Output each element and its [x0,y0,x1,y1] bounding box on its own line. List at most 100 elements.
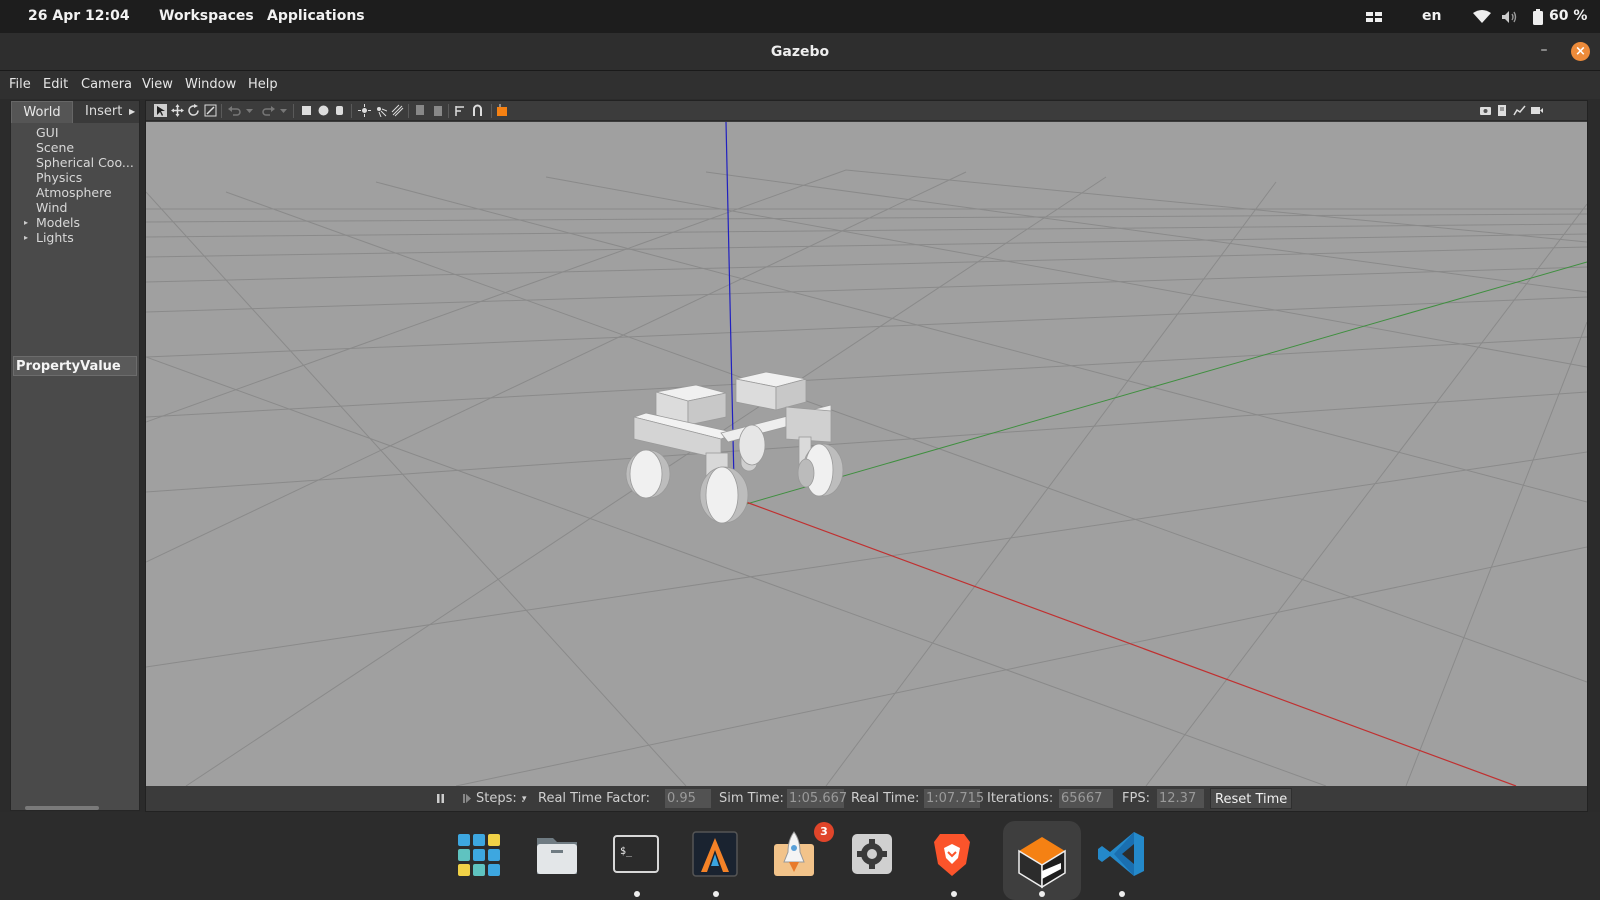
paste-icon[interactable] [431,104,444,117]
language-indicator[interactable]: en [1422,8,1441,24]
render-frame: Steps: . ▾ Real Time Factor: 0.95 Sim Ti… [145,100,1588,812]
tree-item-label: Wind [36,200,68,215]
tree-item[interactable]: ▸ Lights [11,230,139,245]
left-panel: World Insert ▶ GUI Scene Spherical Coo... P… [10,100,140,811]
menu-help[interactable]: Help [248,77,278,92]
3d-viewport[interactable] [146,122,1587,786]
align-icon[interactable] [454,104,467,117]
minimize-button[interactable]: – [1536,43,1552,59]
plot-icon[interactable] [1513,104,1526,117]
box-icon[interactable] [300,104,313,117]
menu-edit[interactable]: Edit [43,77,68,92]
alacritty-icon[interactable] [683,822,747,886]
scene-toolbar [146,101,1587,121]
window-layout-icon[interactable] [1365,6,1383,28]
vscode-icon[interactable] [1090,822,1154,886]
copy-icon[interactable] [414,104,427,117]
app-grid-icon[interactable] [447,822,511,886]
translate-icon[interactable] [171,104,184,117]
sphere-icon[interactable] [317,104,330,117]
scale-icon[interactable] [204,104,217,117]
alacritty-running-dot [713,891,719,897]
volume-icon[interactable] [1501,6,1519,28]
left-tabs: World Insert ▶ [11,101,139,123]
rtf-label: Real Time Factor: [538,791,651,806]
change-view-icon[interactable] [496,104,509,117]
steps-dropdown-icon[interactable]: ▾ [522,794,527,804]
select-arrow-icon[interactable] [154,104,167,117]
menubar: File Edit Camera View Window Help [0,71,1600,99]
menu-window[interactable]: Window [185,77,236,92]
spot-light-icon[interactable] [374,104,387,117]
tree-item[interactable]: Spherical Coo... [11,155,139,170]
applications-button[interactable]: Applications [267,8,365,24]
real-time-value: 1:07.715 [924,789,985,808]
iterations-label: Iterations: [987,791,1054,806]
tree-item[interactable]: GUI [11,125,139,140]
clock[interactable]: 26 Apr 12:04 [28,8,130,24]
tree-item[interactable]: Wind [11,200,139,215]
toolbar-separator [293,104,294,118]
expand-arrow-icon[interactable]: ▸ [24,230,28,245]
tree-item-label: Spherical Coo... [36,155,134,170]
workspaces-button[interactable]: Workspaces [159,8,254,24]
left-panel-scrollbar[interactable] [25,806,99,810]
undo-dropdown-icon[interactable] [243,104,256,117]
settings-icon[interactable] [840,822,904,886]
tree-item[interactable]: Atmosphere [11,185,139,200]
gazebo-running-dot [1039,891,1045,897]
reset-time-button[interactable]: Reset Time [1210,788,1293,809]
terminal-running-dot [634,891,640,897]
point-light-icon[interactable] [358,104,371,117]
battery-percent: 60 % [1549,8,1588,24]
tree-item[interactable]: ▸ Models [11,215,139,230]
brave-icon[interactable] [920,822,984,886]
system-topbar: 26 Apr 12:04 Workspaces Applications en … [0,0,1600,33]
vscode-running-dot [1119,891,1125,897]
wifi-icon[interactable] [1473,6,1491,28]
menu-camera[interactable]: Camera [81,77,132,92]
sim-time-value: 1:05.667 [787,789,848,808]
battery-icon[interactable] [1533,6,1543,28]
iterations-value: 65667 [1059,789,1113,808]
menu-view[interactable]: View [142,77,173,92]
tree-item[interactable]: Scene [11,140,139,155]
log-icon[interactable] [1496,104,1509,117]
redo-dropdown-icon[interactable] [277,104,290,117]
window-titlebar[interactable]: Gazebo – × [0,33,1600,71]
files-icon[interactable] [525,822,589,886]
steps-label[interactable]: Steps: . [476,791,525,806]
rover-model[interactable] [616,367,856,542]
menu-file[interactable]: File [9,77,31,92]
close-button[interactable]: × [1571,42,1590,61]
toolbar-separator [221,104,222,118]
tab-insert[interactable]: Insert [75,101,129,123]
tab-world[interactable]: World [11,101,73,123]
sim-time-label: Sim Time: [719,791,784,806]
rotate-icon[interactable] [187,104,200,117]
video-icon[interactable] [1530,104,1543,117]
tree-item[interactable]: Physics [11,170,139,185]
undo-icon[interactable] [228,104,241,117]
tree-item-label: Atmosphere [36,185,112,200]
svg-text:$_: $_ [620,846,633,857]
tab-scroll-right-icon[interactable]: ▶ [129,101,139,123]
real-time-label: Real Time: [851,791,920,806]
tree-item-label: Scene [36,140,75,155]
redo-icon[interactable] [262,104,275,117]
cylinder-icon[interactable] [333,104,346,117]
fps-label: FPS: [1122,791,1150,806]
tree-item-label: GUI [36,125,59,140]
tree-item-label: Models [36,215,81,230]
snap-icon[interactable] [471,104,484,117]
screenshot-icon[interactable] [1479,104,1492,117]
tree-item-label: Physics [36,170,83,185]
property-header: PropertyValue [13,356,137,376]
step-icon[interactable] [462,793,471,804]
toolbar-separator [351,104,352,118]
terminal-icon[interactable]: $_ [604,822,668,886]
pause-icon[interactable] [436,793,445,804]
gazebo-icon[interactable] [1003,821,1081,900]
directional-light-icon[interactable] [391,104,404,117]
expand-arrow-icon[interactable]: ▸ [24,215,28,230]
